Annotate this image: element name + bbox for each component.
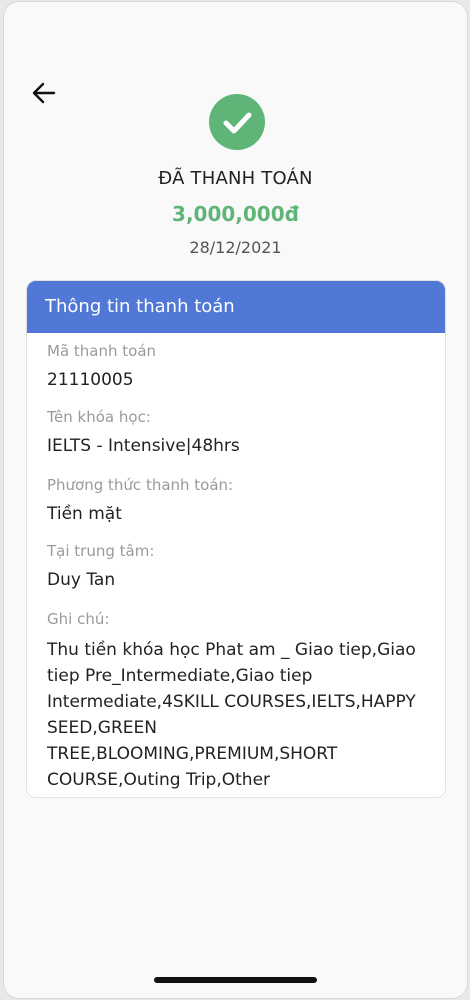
field-center: Tại trung tâm: Duy Tan [47, 541, 427, 593]
payment-date: 28/12/2021 [189, 238, 282, 257]
field-label: Tại trung tâm: [47, 542, 155, 560]
payment-status-title: ĐÃ THANH TOÁN [158, 168, 313, 189]
check-icon [223, 112, 252, 134]
field-value: Tiền mặt [47, 504, 122, 524]
card-title: Thông tin thanh toán [27, 281, 445, 333]
field-label: Tên khóa học: [47, 408, 151, 426]
phone-screen: ĐÃ THANH TOÁN 3,000,000đ 28/12/2021 Thôn… [3, 1, 468, 999]
field-value: IELTS - Intensive|48hrs [47, 436, 240, 456]
field-payment-method: Phương thức thanh toán: Tiền mặt [47, 475, 427, 527]
field-label: Ghi chú: [47, 610, 110, 628]
arrow-left-icon [32, 82, 56, 104]
field-label: Phương thức thanh toán: [47, 476, 234, 494]
field-value: 21110005 [47, 370, 134, 390]
field-payment-code: Mã thanh toán 21110005 [47, 341, 427, 393]
home-indicator[interactable] [154, 977, 317, 983]
payment-info-card: Thông tin thanh toán Mã thanh toán 21110… [26, 280, 446, 798]
back-button[interactable] [30, 80, 58, 106]
field-course-name: Tên khóa học: IELTS - Intensive|48hrs [47, 407, 427, 459]
field-value: Thu tiền khóa học Phat am _ Giao tiep,Gi… [47, 640, 416, 790]
field-label: Mã thanh toán [47, 342, 157, 360]
field-value: Duy Tan [47, 570, 116, 590]
payment-amount: 3,000,000đ [172, 202, 299, 226]
field-note: Ghi chú: Thu tiền khóa học Phat am _ Gia… [47, 609, 427, 793]
payment-success-badge [209, 94, 265, 150]
